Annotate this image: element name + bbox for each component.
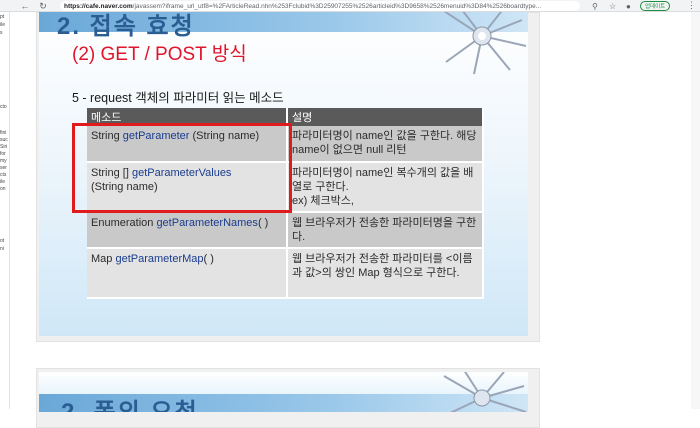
gutter-text: ni — [0, 246, 4, 252]
method-name: getParameterNames — [156, 217, 258, 229]
table-row: Enumeration getParameterNames( ) 웹 브라우저가… — [87, 212, 484, 249]
method-args: ( ) — [257, 217, 269, 229]
url-path: /javassem?iframe_url_utf8=%2FArticleRead… — [132, 2, 542, 10]
return-type: Enumeration — [91, 217, 157, 229]
method-args: ( ) — [203, 253, 214, 265]
url-host: https://cafe.naver.com — [64, 2, 133, 10]
profile-icon[interactable]: ● — [626, 0, 631, 12]
browser-toolbar: ← ↻ https://cafe.naver.com/javassem?ifra… — [0, 0, 700, 12]
page-scrollbar[interactable] — [691, 12, 700, 409]
gutter-text: cto — [0, 104, 7, 110]
description-cell: 웹 브라우저가 전송한 파라미터를 <이름과 값>의 쌍인 Map 형식으로 구… — [287, 248, 484, 299]
slide-image-2: 2. 폼의 요청 — [39, 372, 528, 412]
gutter-text: on — [0, 186, 6, 192]
description-cell: 파라미터명이 name인 값을 구한다. 해당 name이 없으면 null 리… — [287, 126, 484, 163]
gutter-text: ser — [0, 165, 7, 171]
method-name: getParameterMap — [115, 253, 204, 265]
gutter-text: pt — [0, 14, 5, 20]
description-cell: 웹 브라우저가 전송한 파라미터명을 구한다. — [287, 212, 484, 249]
column-header-description: 설명 — [287, 108, 484, 126]
gutter-text: s — [0, 30, 3, 36]
slide-section-title: 2. 접속 효청 — [57, 13, 195, 40]
update-label: 업데이트 — [645, 4, 666, 10]
gutter-text: ot — [0, 238, 5, 244]
reload-icon[interactable]: ↻ — [36, 0, 50, 12]
gutter-text: fini — [0, 130, 7, 136]
gutter-text: suc — [0, 137, 8, 143]
highlight-box — [72, 123, 292, 213]
gutter-text: ile — [0, 22, 6, 28]
description-cell: 파라미터명이 name인 복수개의 값을 배열로 구한다. ex) 체크박스, — [287, 162, 484, 213]
slide-section-title-2: 2. 폼의 요청 — [61, 392, 199, 412]
more-menu-icon[interactable]: ⋮ — [687, 0, 696, 11]
address-bar[interactable]: https://cafe.naver.com/javassem?iframe_u… — [60, 1, 580, 11]
back-arrow-icon[interactable]: ← — [18, 0, 32, 12]
gutter-text: ile — [0, 179, 6, 185]
gutter-text: my — [0, 158, 7, 164]
decorative-starburst-icon — [443, 372, 527, 412]
slide-subtitle: 5 - request 객체의 파라미터 읽는 메소드 — [72, 91, 284, 105]
magnifier-icon[interactable]: ⚲ — [592, 0, 598, 12]
bookmark-star-icon[interactable]: ☆ — [609, 0, 616, 12]
table-row: Map getParameterMap( ) 웹 브라우저가 전송한 파라미터를… — [87, 248, 484, 299]
decorative-starburst-icon — [443, 12, 527, 75]
method-cell: Map getParameterMap( ) — [87, 248, 288, 299]
return-type: Map — [91, 253, 116, 265]
left-side-panel: pt ile s cto fini suc Siri for my ser cts ile on ot ni — [0, 12, 10, 409]
slide-title: (2) GET / POST 방식 — [72, 44, 247, 65]
gutter-text: Siri — [0, 144, 8, 150]
update-button[interactable]: 업데이트 — [640, 1, 671, 11]
gutter-text: cts — [0, 172, 7, 178]
gutter-text: for — [0, 151, 6, 157]
method-cell: Enumeration getParameterNames( ) — [87, 212, 288, 249]
